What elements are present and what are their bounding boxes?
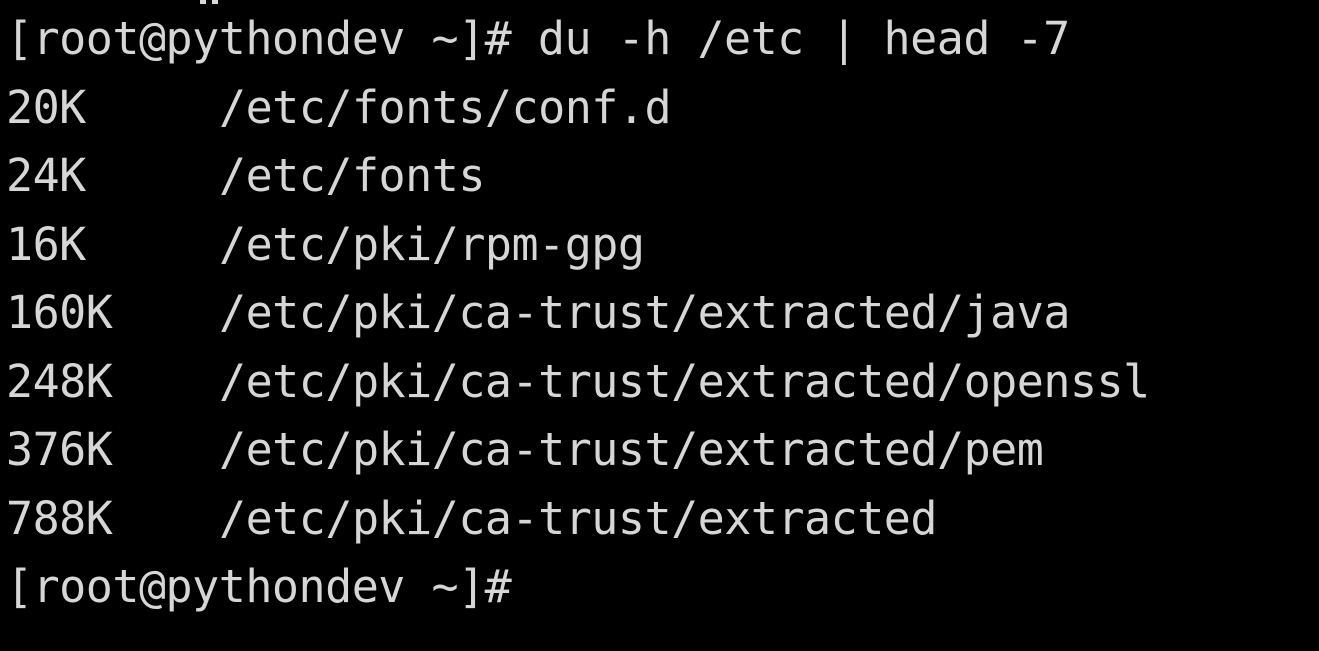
output-row: 16K/etc/pki/rpm-gpg [6,211,1319,280]
disk-usage-size: 16K [6,217,86,271]
disk-usage-size: 160K [6,286,113,339]
directory-path: /etc/fonts/conf.d [219,80,672,134]
previous-line-fragment [212,0,218,4]
output-row: 20K/etc/fonts/conf.d [6,74,1319,143]
terminal-window[interactable]: [root@pythondev ~]# du -h /etc | head -7… [0,0,1319,651]
disk-usage-size: 20K [6,80,86,134]
directory-path: /etc/fonts [219,149,485,202]
disk-usage-size: 24K [6,149,86,202]
output-row: 160K/etc/pki/ca-trust/extracted/java [6,279,1319,348]
disk-usage-size: 788K [6,491,113,545]
previous-line-fragment [200,0,206,4]
output-row: 788K/etc/pki/ca-trust/extracted [6,485,1319,554]
disk-usage-size: 248K [6,354,113,408]
disk-usage-size: 376K [6,423,113,476]
directory-path: /etc/pki/rpm-gpg [219,217,645,271]
directory-path: /etc/pki/ca-trust/extracted [219,491,938,545]
directory-path: /etc/pki/ca-trust/extracted/java [219,286,1070,339]
command-line: [root@pythondev ~]# du -h /etc | head -7 [6,12,1070,65]
output-row: 24K/etc/fonts [6,142,1319,211]
output-row: 376K/etc/pki/ca-trust/extracted/pem [6,416,1319,485]
directory-path: /etc/pki/ca-trust/extracted/openssl [219,354,1150,408]
shell-prompt[interactable]: [root@pythondev ~]# [6,553,1319,622]
directory-path: /etc/pki/ca-trust/extracted/pem [219,423,1044,476]
output-row: 248K/etc/pki/ca-trust/extracted/openssl [6,348,1319,417]
